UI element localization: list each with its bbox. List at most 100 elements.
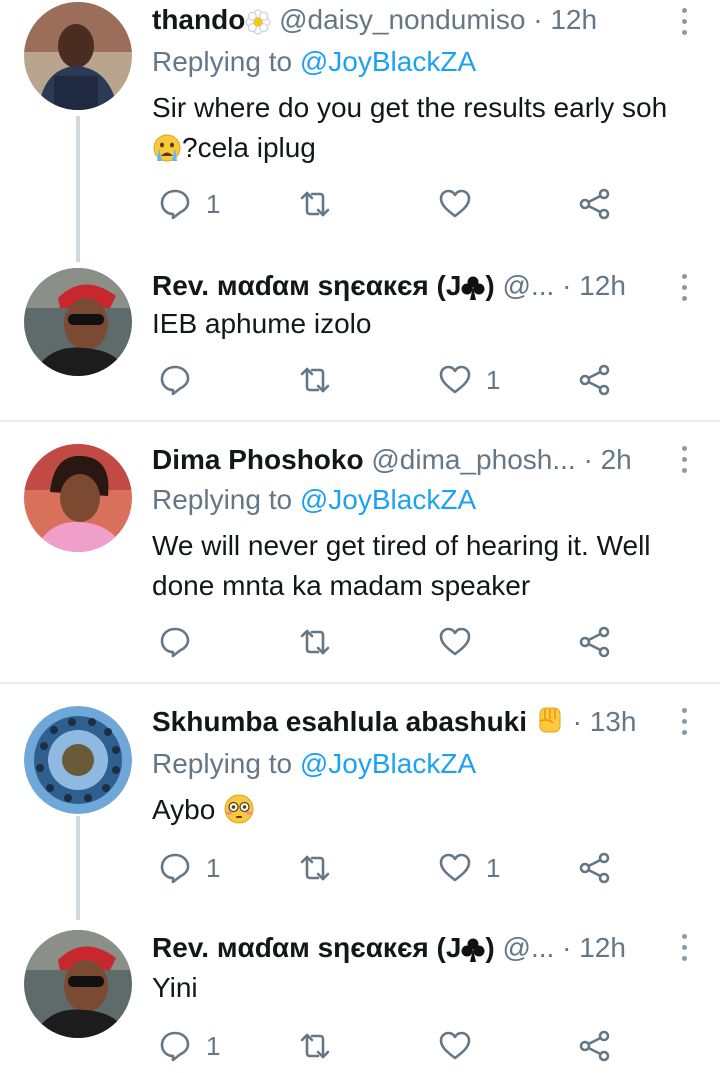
retweet-button[interactable] bbox=[298, 182, 346, 226]
more-options-icon[interactable] bbox=[674, 268, 694, 308]
avatar[interactable] bbox=[24, 444, 132, 552]
tweet-header: Skhumba esahlula abashuki · 13h bbox=[152, 702, 668, 742]
display-name[interactable]: Rev. мαɗαм ѕηєαкєя (J) bbox=[152, 932, 495, 963]
timestamp[interactable]: 2h bbox=[601, 444, 632, 475]
timestamp[interactable]: 12h bbox=[550, 4, 597, 35]
more-options-icon[interactable] bbox=[674, 928, 694, 968]
reply-icon bbox=[160, 627, 190, 658]
heart-icon bbox=[439, 1031, 471, 1060]
retweet-button[interactable] bbox=[298, 358, 346, 402]
avatar[interactable] bbox=[24, 706, 132, 814]
handle[interactable]: @daisy_nondumiso bbox=[279, 4, 525, 35]
like-button[interactable] bbox=[438, 182, 486, 226]
timestamp[interactable]: 13h bbox=[590, 706, 637, 737]
mention-link[interactable]: @JoyBlackZA bbox=[300, 46, 476, 77]
tweet[interactable]: Rev. мαɗαм ѕηєαкєя (J) @... · 12h IEB ap… bbox=[0, 262, 720, 420]
tweet-text-line: IEB aphume izolo bbox=[152, 308, 372, 339]
more-options-icon[interactable] bbox=[674, 702, 694, 742]
share-button[interactable] bbox=[578, 358, 612, 402]
tweet-text-line: We will never get tired of hearing it. W… bbox=[152, 530, 651, 561]
display-name[interactable]: Dima Phoshoko bbox=[152, 444, 364, 475]
timestamp[interactable]: 12h bbox=[579, 270, 626, 301]
mention-link[interactable]: @JoyBlackZA bbox=[300, 748, 476, 779]
retweet-icon bbox=[300, 1033, 330, 1059]
share-icon bbox=[579, 1030, 610, 1062]
separator-dot: · bbox=[533, 4, 543, 35]
more-options-icon[interactable] bbox=[674, 440, 694, 480]
reply-icon bbox=[160, 365, 190, 396]
tweet-text-line: Aybo bbox=[152, 794, 216, 825]
club-suit-icon bbox=[461, 272, 485, 306]
daisy-icon bbox=[245, 6, 271, 40]
tweet[interactable]: thando @daisy_nondumiso · 12h Replying t… bbox=[0, 0, 720, 262]
avatar[interactable] bbox=[24, 2, 132, 110]
reply-icon bbox=[160, 1031, 190, 1062]
tweet-actions: 1 bbox=[152, 1024, 632, 1068]
reply-count: 1 bbox=[206, 852, 221, 883]
tweet-text: We will never get tired of hearing it. W… bbox=[152, 526, 696, 606]
replying-label: Replying to bbox=[152, 484, 293, 515]
tweet[interactable]: Skhumba esahlula abashuki · 13h Replying… bbox=[0, 684, 720, 920]
tweet-actions bbox=[152, 620, 632, 664]
avatar[interactable] bbox=[24, 930, 132, 1038]
heart-icon bbox=[439, 627, 471, 656]
share-icon bbox=[579, 188, 610, 220]
replying-to: Replying to @JoyBlackZA bbox=[152, 480, 476, 520]
retweet-button[interactable] bbox=[298, 846, 346, 890]
tweet-text: Sir where do you get the results early s… bbox=[152, 88, 696, 174]
like-button[interactable]: 1 bbox=[438, 846, 500, 890]
display-name[interactable]: Rev. мαɗαм ѕηєαкєя (J) bbox=[152, 270, 495, 301]
replying-to: Replying to @JoyBlackZA bbox=[152, 42, 476, 82]
mention-link[interactable]: @JoyBlackZA bbox=[300, 484, 476, 515]
reply-button[interactable]: 1 bbox=[158, 1024, 220, 1068]
crying-face-icon bbox=[152, 133, 182, 174]
tweet[interactable]: Dima Phoshoko @dima_phosh... · 2h Replyi… bbox=[0, 422, 720, 682]
tweet-text-line: Sir where do you get the results early s… bbox=[152, 92, 668, 123]
retweet-icon bbox=[300, 855, 330, 881]
share-icon bbox=[579, 626, 610, 658]
tweet[interactable]: Rev. мαɗαм ѕηєαкєя (J) @... · 12h Yini 1 bbox=[0, 920, 720, 1073]
separator-dot: · bbox=[562, 270, 572, 301]
replying-label: Replying to bbox=[152, 748, 293, 779]
share-button[interactable] bbox=[578, 182, 612, 226]
separator-dot: · bbox=[562, 932, 572, 963]
reply-button[interactable] bbox=[158, 358, 206, 402]
like-button[interactable]: 1 bbox=[438, 358, 500, 402]
avatar[interactable] bbox=[24, 268, 132, 376]
handle[interactable]: @... bbox=[503, 932, 555, 963]
tweet-actions: 1 1 bbox=[152, 846, 632, 890]
reply-icon bbox=[160, 189, 190, 220]
retweet-icon bbox=[300, 629, 330, 655]
retweet-icon bbox=[300, 191, 330, 217]
share-button[interactable] bbox=[578, 620, 612, 664]
handle[interactable]: @... bbox=[503, 270, 555, 301]
like-button[interactable] bbox=[438, 1024, 486, 1068]
share-icon bbox=[579, 364, 610, 396]
display-name[interactable]: Skhumba esahlula abashuki bbox=[152, 706, 527, 737]
timestamp[interactable]: 12h bbox=[579, 932, 626, 963]
handle[interactable]: @dima_phosh... bbox=[371, 444, 575, 475]
replying-to: Replying to @JoyBlackZA bbox=[152, 744, 476, 784]
replying-label: Replying to bbox=[152, 46, 293, 77]
share-button[interactable] bbox=[578, 1024, 612, 1068]
tweet-text-line: done mnta ka madam speaker bbox=[152, 570, 531, 601]
tweet-header: Rev. мαɗαм ѕηєαкєя (J) @... · 12h bbox=[152, 928, 668, 968]
display-name[interactable]: thando bbox=[152, 4, 245, 35]
share-button[interactable] bbox=[578, 846, 612, 890]
more-options-icon[interactable] bbox=[674, 2, 694, 42]
flushed-face-icon bbox=[223, 793, 255, 836]
retweet-button[interactable] bbox=[298, 1024, 346, 1068]
reply-button[interactable] bbox=[158, 620, 206, 664]
like-count: 1 bbox=[486, 364, 501, 395]
retweet-button[interactable] bbox=[298, 620, 346, 664]
like-button[interactable] bbox=[438, 620, 486, 664]
tweet-header: Dima Phoshoko @dima_phosh... · 2h bbox=[152, 440, 668, 480]
reply-button[interactable]: 1 bbox=[158, 846, 220, 890]
separator-dot: · bbox=[572, 706, 582, 737]
reply-count: 1 bbox=[206, 188, 221, 219]
tweet-header: Rev. мαɗαм ѕηєαкєя (J) @... · 12h bbox=[152, 266, 668, 306]
tweet-header: thando @daisy_nondumiso · 12h bbox=[152, 0, 668, 40]
reply-button[interactable]: 1 bbox=[158, 182, 220, 226]
tweet-text: IEB aphume izolo bbox=[152, 304, 696, 344]
separator-dot: · bbox=[583, 444, 593, 475]
